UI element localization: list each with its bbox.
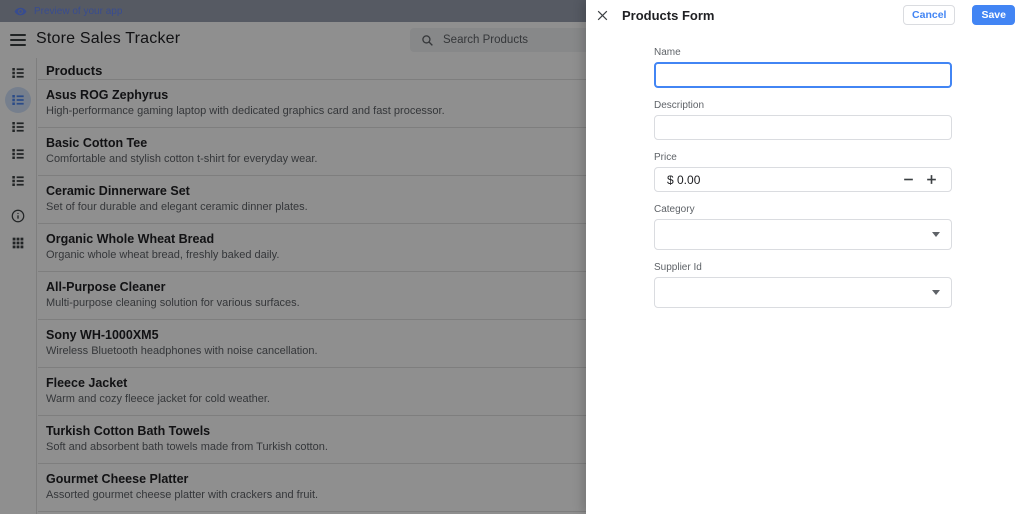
price-input[interactable]: $ 0.00 xyxy=(654,167,952,192)
close-icon[interactable] xyxy=(595,8,610,23)
price-value: $ 0.00 xyxy=(667,172,701,187)
chevron-down-icon xyxy=(932,290,940,295)
price-label: Price xyxy=(654,152,677,163)
drawer-title: Products Form xyxy=(622,7,715,23)
category-select[interactable] xyxy=(654,219,952,250)
increment-icon[interactable] xyxy=(923,172,939,188)
description-input[interactable] xyxy=(654,115,952,140)
name-input[interactable] xyxy=(654,62,952,88)
supplier-id-field-group: Supplier Id xyxy=(654,262,952,308)
save-button[interactable]: Save xyxy=(972,4,1015,26)
name-field-group: Name xyxy=(654,47,952,88)
name-label: Name xyxy=(654,47,681,58)
drawer-header: Products Form Cancel Save xyxy=(586,0,1024,30)
supplier-id-select[interactable] xyxy=(654,277,952,308)
description-field-group: Description xyxy=(654,100,952,140)
supplier-id-label: Supplier Id xyxy=(654,262,702,273)
products-form: Name Description Price $ 0.00 Category S… xyxy=(654,47,952,320)
decrement-icon[interactable] xyxy=(900,172,916,188)
screen: Preview of your app Store Sales Tracker … xyxy=(0,0,1024,514)
description-label: Description xyxy=(654,100,705,111)
chevron-down-icon xyxy=(932,232,940,237)
price-field-group: Price $ 0.00 xyxy=(654,152,952,192)
cancel-button[interactable]: Cancel xyxy=(903,4,956,26)
category-field-group: Category xyxy=(654,204,952,250)
category-label: Category xyxy=(654,204,695,215)
products-form-drawer: Products Form Cancel Save Name Descripti… xyxy=(586,0,1024,514)
